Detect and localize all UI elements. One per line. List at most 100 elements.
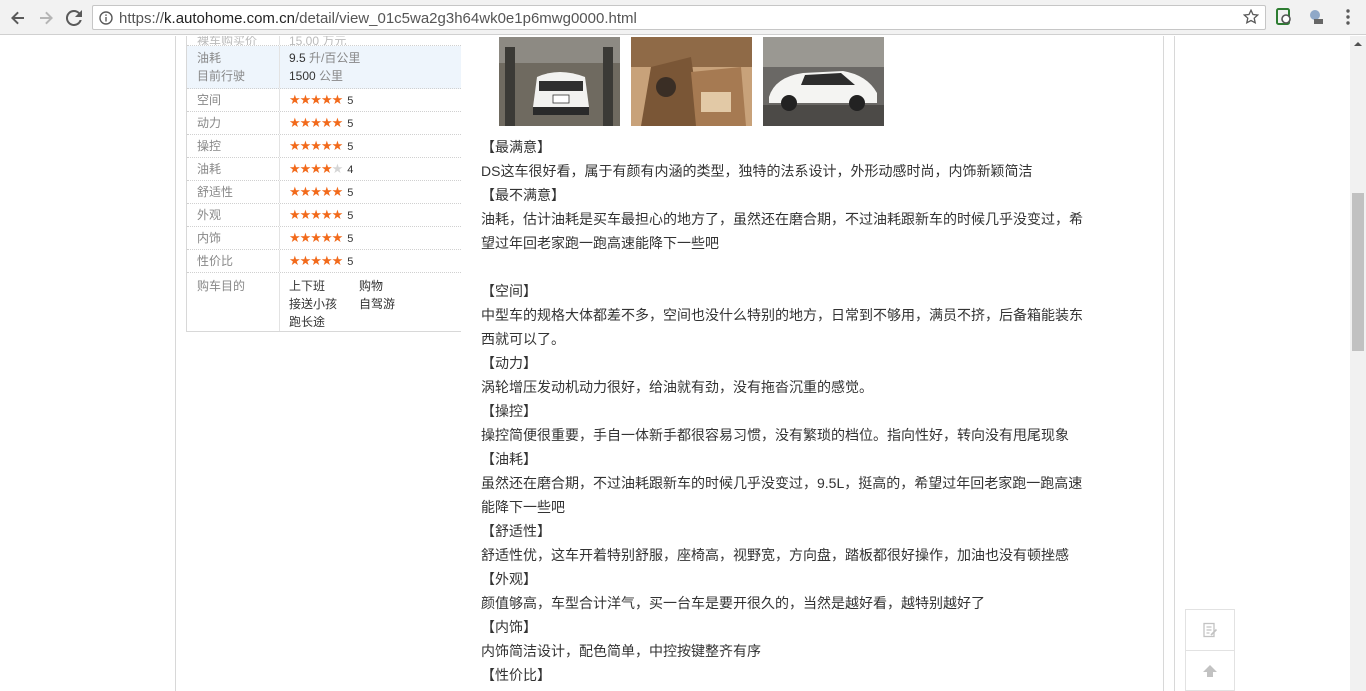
review-section-heading: 【舒适性】	[481, 523, 551, 539]
review-paragraph-line: 内饰简洁设计，配色简单，中控按键整齐有序	[481, 643, 761, 659]
purpose-item: 购物	[359, 279, 384, 293]
rating-label: 动力	[187, 112, 280, 134]
rating-score: 5	[347, 95, 354, 107]
photo-interior[interactable]	[631, 37, 752, 126]
rating-score: 5	[347, 233, 354, 245]
review-paragraph-line: DS这车很好看，属于有颜有内涵的类型，独特的法系设计，外形动感时尚，内饰新颖简洁	[481, 163, 1033, 179]
rating-score: 5	[347, 118, 354, 130]
column-divider	[175, 36, 176, 691]
rating-score: 5	[347, 141, 354, 153]
spec-label: 购车目的	[187, 273, 280, 331]
review-section-heading: 【动力】	[481, 355, 537, 371]
review-paragraph-line: 中型车的规格大体都差不多，空间也没什么特别的地方，日常到不够用，满员不挤，后备箱…	[481, 307, 1083, 323]
spec-row-rating: 外观 ★★★★★ 5	[187, 204, 461, 227]
back-to-top-icon[interactable]	[1186, 650, 1234, 690]
extension-icon[interactable]	[1306, 7, 1326, 27]
review-section-heading: 【油耗】	[481, 451, 537, 467]
spec-row-purpose: 购车目的 上下班 购物接送小孩 自驾游跑长途	[187, 273, 461, 331]
rating-score: 5	[347, 210, 354, 222]
bookmark-star-icon[interactable]	[1242, 8, 1260, 30]
url-text: https://k.autohome.com.cn/detail/view_01…	[119, 10, 637, 27]
spec-label-mileage: 目前行驶	[197, 69, 246, 83]
rating-label: 外观	[187, 204, 280, 226]
rating-stars: ★★★★★	[289, 161, 343, 176]
purpose-list: 上下班 购物接送小孩 自驾游跑长途	[289, 277, 461, 331]
review-section-heading: 【性价比】	[481, 667, 551, 683]
url-scheme: https://	[119, 10, 165, 27]
column-divider	[1174, 36, 1175, 691]
rating-score: 5	[347, 187, 354, 199]
mileage-unit: 公里	[319, 69, 344, 83]
rating-stars: ★★★★★	[289, 92, 343, 107]
address-bar[interactable]: https://k.autohome.com.cn/detail/view_01…	[92, 5, 1266, 30]
vertical-scrollbar[interactable]	[1350, 36, 1366, 691]
review-section-heading: 【内饰】	[481, 619, 537, 635]
spec-row-rating: 性价比 ★★★★★ 5	[187, 250, 461, 273]
scroll-up-arrow-icon[interactable]	[1350, 36, 1366, 52]
spec-row-rating: 动力 ★★★★★ 5	[187, 112, 461, 135]
extension-icon[interactable]	[1274, 7, 1294, 27]
review-paragraph-line: 能降下一些吧	[481, 499, 565, 515]
rating-stars: ★★★★★	[289, 138, 343, 153]
spec-row-rating: 内饰 ★★★★★ 5	[187, 227, 461, 250]
rating-stars: ★★★★★	[289, 230, 343, 245]
floating-toolbar	[1185, 609, 1235, 691]
spec-row-rating: 油耗 ★★★★★ 4	[187, 158, 461, 181]
url-path: /detail/view_01c5wa2g3h64wk0e1p6mwg0000.…	[294, 10, 637, 27]
rating-score: 4	[347, 164, 354, 176]
rating-stars: ★★★★★	[289, 115, 343, 130]
reload-icon[interactable]	[62, 6, 86, 30]
review-paragraph-line: 虽然还在磨合期，不过油耗跟新车的时候几乎没变过，9.5L，挺高的，希望过年回老家…	[481, 475, 1083, 491]
edit-note-icon[interactable]	[1186, 610, 1234, 650]
rating-stars: ★★★★★	[289, 184, 343, 199]
mileage-value: 1500	[289, 69, 316, 83]
rating-stars: ★★★★★	[289, 253, 343, 268]
info-icon[interactable]	[99, 11, 113, 30]
rating-label: 操控	[187, 135, 280, 157]
photo-front[interactable]	[499, 37, 620, 126]
rating-label: 内饰	[187, 227, 280, 249]
review-paragraph-line: 颜值够高，车型合计洋气，买一台车是要开很久的，当然是越好看，越特别越好了	[481, 595, 985, 611]
url-host: k.autohome.com.cn	[164, 10, 295, 27]
rating-label: 空间	[187, 89, 280, 111]
review-paragraph-line: 操控简便很重要，手自一体新手都很容易习惯，没有繁琐的档位。指向性好，转向没有甩尾…	[481, 427, 1069, 443]
rating-label: 舒适性	[187, 181, 280, 203]
purpose-item: 跑长途	[289, 315, 326, 329]
rating-score: 5	[347, 256, 354, 268]
browser-toolbar: https://k.autohome.com.cn/detail/view_01…	[0, 0, 1366, 35]
spec-label-fuel: 油耗	[197, 51, 222, 65]
review-paragraph-line: 涡轮增压发动机动力很好，给油就有劲，没有拖沓沉重的感觉。	[481, 379, 873, 395]
back-arrow-icon[interactable]	[6, 6, 30, 30]
spec-table: 裸车购买价 15.00 万元 油耗 目前行驶 9.5 升/百公里 1500 公里…	[186, 36, 461, 332]
review-paragraph-line: 望过年回老家跑一跑高速能降下一些吧	[481, 235, 719, 251]
review-section-heading: 【外观】	[481, 571, 537, 587]
review-paragraph-line: 油耗，估计油耗是买车最担心的地方了，虽然还在磨合期，不过油耗跟新车的时候几乎没变…	[481, 211, 1083, 227]
photo-side[interactable]	[763, 37, 884, 126]
spec-row-fuel: 油耗 目前行驶 9.5 升/百公里 1500 公里	[187, 46, 461, 89]
purpose-item: 接送小孩	[289, 297, 338, 311]
spec-value: 15.00 万元	[289, 36, 347, 46]
review-paragraph-line: 舒适性优，这车开着特别舒服，座椅高，视野宽，方向盘，踏板都很好操作，加油也没有顿…	[481, 547, 1069, 563]
spec-row-price: 裸车购买价 15.00 万元	[187, 36, 461, 46]
review-section-heading: 【最满意】	[481, 139, 551, 155]
review-section-heading: 【最不满意】	[481, 187, 565, 203]
scrollbar-thumb[interactable]	[1352, 193, 1364, 351]
review-text: 【最满意】 DS这车很好看，属于有颜有内涵的类型，独特的法系设计，外形动感时尚，内…	[481, 135, 1133, 687]
review-section-heading: 【操控】	[481, 403, 537, 419]
spec-row-rating: 操控 ★★★★★ 5	[187, 135, 461, 158]
page-content: 裸车购买价 15.00 万元 油耗 目前行驶 9.5 升/百公里 1500 公里…	[0, 36, 1350, 691]
rating-label: 性价比	[187, 250, 280, 272]
spec-row-rating: 空间 ★★★★★ 5	[187, 89, 461, 112]
purpose-item: 自驾游	[359, 297, 396, 311]
menu-icon[interactable]	[1338, 7, 1358, 27]
purpose-item: 上下班	[289, 279, 326, 293]
review-section-heading: 【空间】	[481, 283, 537, 299]
rating-label: 油耗	[187, 158, 280, 180]
fuel-unit: 升/百公里	[309, 51, 361, 65]
column-divider	[1163, 36, 1164, 691]
forward-arrow-icon[interactable]	[34, 6, 58, 30]
review-paragraph-line: 西就可以了。	[481, 331, 565, 347]
spec-row-rating: 舒适性 ★★★★★ 5	[187, 181, 461, 204]
fuel-value: 9.5	[289, 51, 306, 65]
